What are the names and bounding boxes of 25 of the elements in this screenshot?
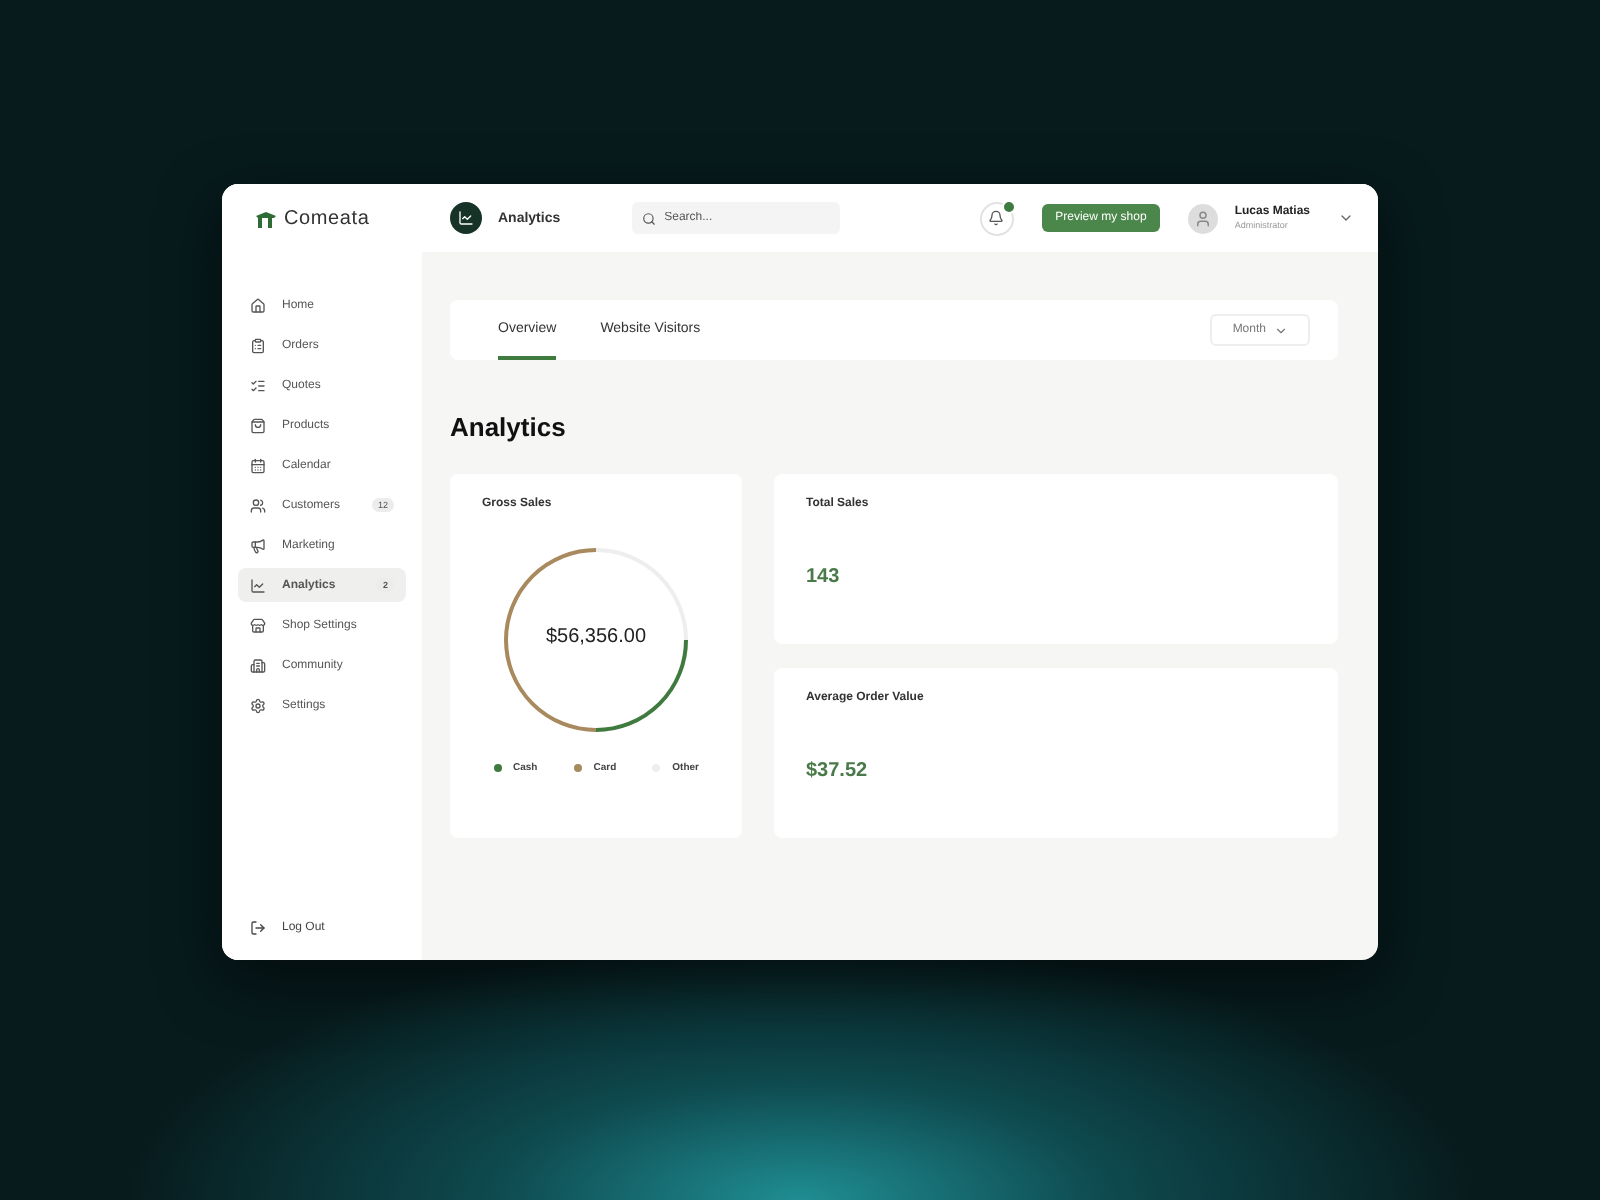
- brand-name: Comeata: [284, 207, 370, 229]
- bell-icon: [988, 210, 1005, 226]
- chart-icon: [450, 202, 482, 234]
- checklist-icon: [250, 377, 266, 393]
- chevron-down-icon: [1274, 323, 1288, 337]
- notifications-button[interactable]: [979, 201, 1014, 235]
- store-icon: [250, 617, 266, 633]
- building-icon: [250, 657, 266, 673]
- section-title: Analytics: [450, 412, 568, 442]
- home-icon: [250, 297, 266, 313]
- bag-icon: [250, 417, 266, 433]
- calendar-icon: [250, 457, 266, 473]
- megaphone-icon: [250, 537, 266, 553]
- chevron-down-icon[interactable]: [1338, 210, 1354, 226]
- stat-value: $37.52: [806, 760, 870, 782]
- settings-icon: [250, 697, 266, 713]
- total-amount: $56,356.00: [543, 626, 649, 648]
- user-icon: [1194, 209, 1213, 227]
- clipboard-icon: [250, 337, 266, 353]
- logo-icon: [254, 207, 278, 229]
- search-icon: [642, 211, 657, 225]
- users-icon: [250, 497, 266, 513]
- stat-value: 143: [806, 566, 842, 588]
- logout-icon: [250, 920, 266, 936]
- chart-icon: [250, 577, 266, 593]
